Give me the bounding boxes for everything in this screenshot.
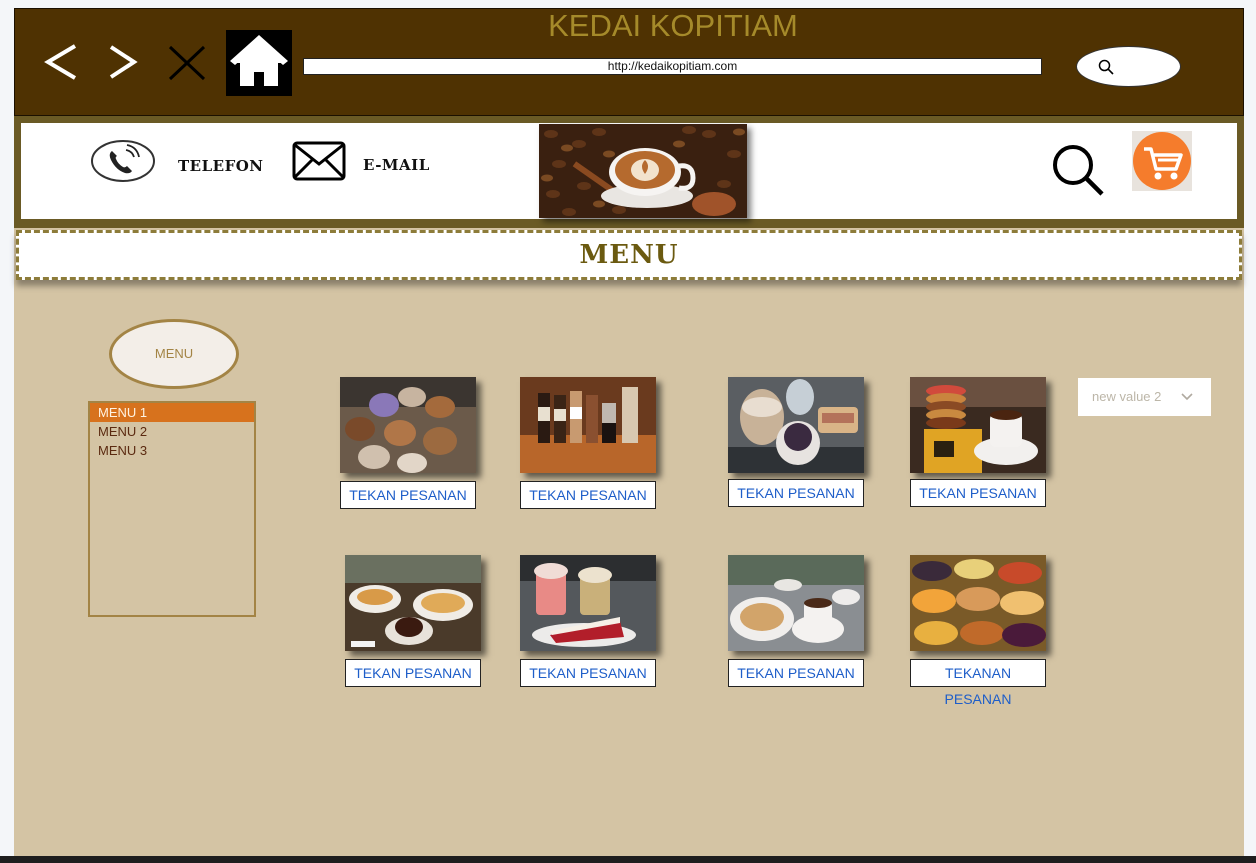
product-image (910, 555, 1046, 651)
product-image (345, 555, 481, 651)
product-card: TEKAN PESANAN (728, 377, 864, 507)
product-card: TEKAN PESANAN (910, 377, 1046, 507)
menu-banner: MENU (16, 230, 1242, 280)
menu-banner-title: MENU (579, 240, 679, 270)
site-title: KEDAI KOPITIAM (548, 8, 798, 43)
chevron-down-icon (1181, 393, 1193, 401)
product-image (520, 377, 656, 473)
cart-icon (1133, 132, 1191, 190)
coffee-banner-image (539, 124, 747, 218)
top-bar: KEDAI KOPITIAM http://kedaikopitiam.com (14, 8, 1244, 116)
back-icon[interactable] (43, 43, 79, 81)
product-card: TEKAN PESANAN (340, 377, 476, 509)
close-icon[interactable] (168, 45, 206, 81)
value-dropdown[interactable]: new value 2 (1078, 378, 1211, 416)
menu-list-item-1[interactable]: MENU 1 (90, 403, 254, 422)
bottom-border (0, 856, 1256, 863)
product-image (728, 555, 864, 651)
order-button[interactable]: TEKAN PESANAN (520, 481, 656, 509)
dropdown-selected-value: new value 2 (1092, 389, 1162, 404)
order-button[interactable]: TEKAN PESANAN (728, 659, 864, 687)
url-bar[interactable]: http://kedaikopitiam.com (303, 58, 1042, 75)
product-image (520, 555, 656, 651)
product-card: TEKAN PESANAN (345, 555, 481, 687)
product-card: TEKAN PESANAN (520, 555, 656, 687)
page: KEDAI KOPITIAM http://kedaikopitiam.com (14, 8, 1244, 856)
menu-list[interactable]: MENU 1 MENU 2 MENU 3 (88, 401, 256, 617)
menu-list-item-3[interactable]: MENU 3 (90, 441, 254, 460)
product-image (340, 377, 476, 473)
home-button[interactable] (226, 30, 292, 96)
product-image (728, 377, 864, 473)
menu-button[interactable]: MENU (109, 319, 239, 389)
menu-list-item-2[interactable]: MENU 2 (90, 422, 254, 441)
top-search-button[interactable] (1076, 46, 1181, 87)
search-icon[interactable] (1051, 143, 1105, 197)
order-button[interactable]: TEKAN PESANAN (345, 659, 481, 687)
home-icon (230, 35, 288, 86)
product-card: TEKANAN PESANAN (910, 555, 1046, 707)
product-card: TEKAN PESANAN (520, 377, 656, 509)
phone-icon[interactable] (90, 139, 156, 183)
product-image (910, 377, 1046, 473)
phone-label[interactable]: TELEFON (178, 157, 264, 175)
forward-icon[interactable] (108, 44, 138, 80)
contact-header-inner: TELEFON E-MAIL (21, 123, 1237, 219)
order-button[interactable]: TEKAN PESANAN (520, 659, 656, 687)
search-icon (1098, 59, 1114, 75)
envelope-icon[interactable] (292, 141, 346, 181)
email-label[interactable]: E-MAIL (363, 156, 430, 174)
order-button[interactable]: TEKAN PESANAN (910, 479, 1046, 507)
order-button[interactable]: TEKAN PESANAN (340, 481, 476, 509)
order-button[interactable]: TEKAN PESANAN (728, 479, 864, 507)
order-button[interactable]: TEKANAN PESANAN (910, 659, 1046, 707)
contact-header: TELEFON E-MAIL (14, 116, 1244, 228)
product-card: TEKAN PESANAN (728, 555, 864, 687)
cart-button[interactable] (1132, 131, 1192, 191)
